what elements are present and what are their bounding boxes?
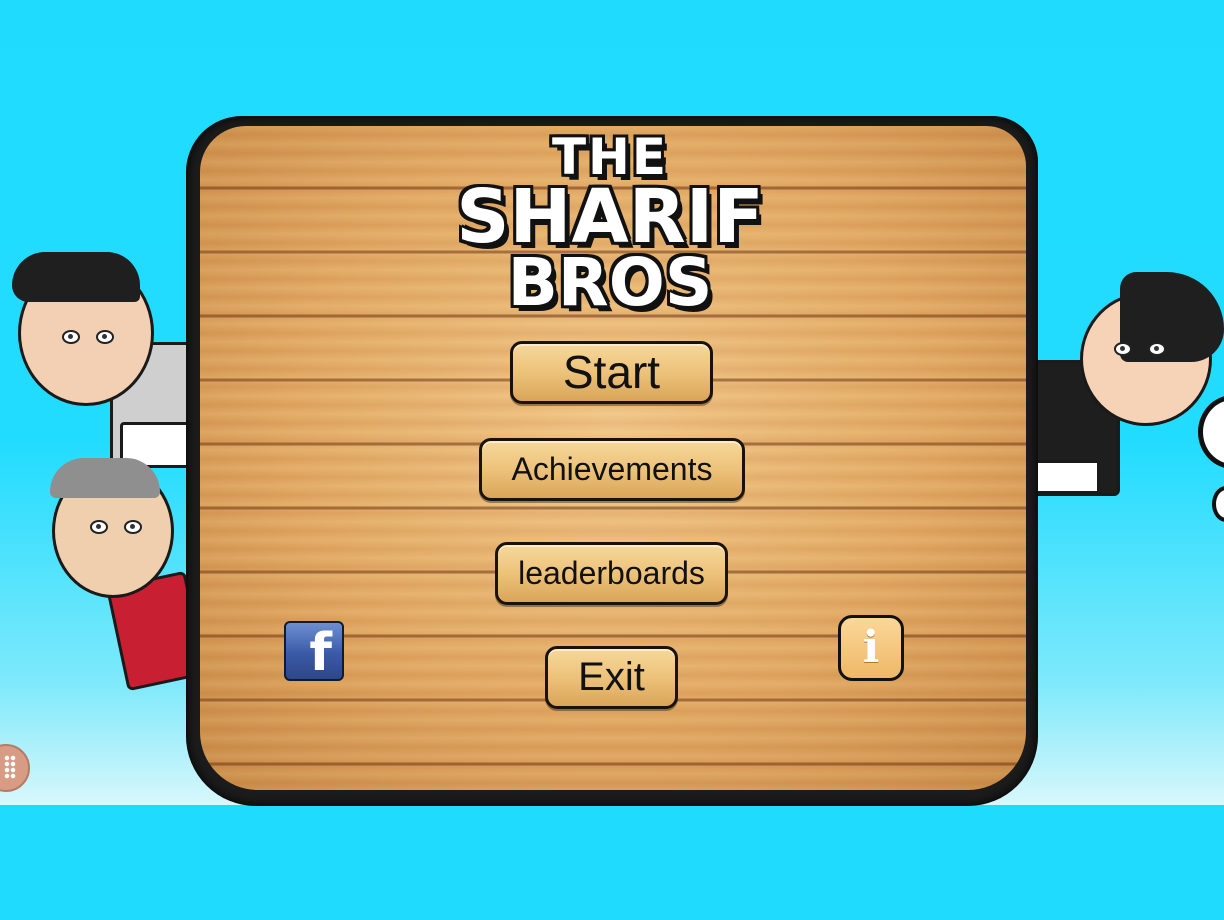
title-line-3: BROS <box>507 244 713 321</box>
facebook-button[interactable]: f <box>284 621 344 683</box>
leaderboards-button[interactable]: leaderboards <box>495 542 728 605</box>
ground-strip <box>0 805 1224 920</box>
character-left-top <box>10 252 196 472</box>
title-line-2: SHARIF <box>456 174 764 260</box>
character-right <box>1034 272 1224 502</box>
game-title-logo: THE SHARIF BROS <box>380 132 840 316</box>
start-button[interactable]: Start <box>510 341 713 404</box>
facebook-icon: f <box>309 623 332 683</box>
info-button[interactable]: i <box>838 615 904 681</box>
character-left-bottom <box>46 458 208 698</box>
exit-button[interactable]: Exit <box>545 646 678 709</box>
info-icon: i <box>862 622 880 673</box>
achievements-button[interactable]: Achievements <box>479 438 745 501</box>
